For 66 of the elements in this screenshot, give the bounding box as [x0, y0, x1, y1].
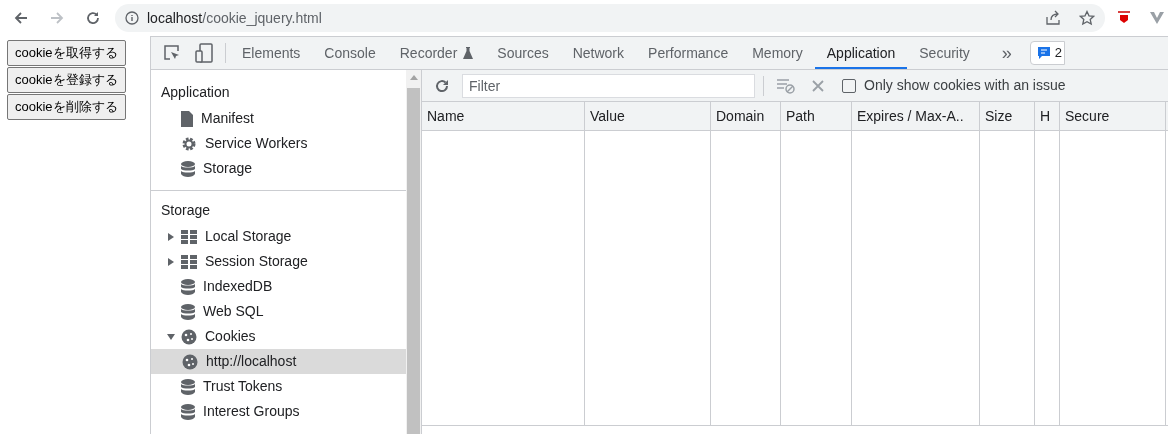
- filter-field[interactable]: Filter: [462, 73, 755, 98]
- chevron-extension-icon[interactable]: [1149, 11, 1165, 25]
- table-icon: [181, 254, 197, 269]
- section-heading: Application: [160, 83, 231, 102]
- issue-checkbox[interactable]: [842, 78, 856, 93]
- page-button[interactable]: cookieを登録する: [7, 67, 126, 93]
- shield-extension-icon[interactable]: [1117, 11, 1131, 25]
- issues-badge[interactable]: 2: [1029, 41, 1066, 65]
- devtools-tab[interactable]: Console: [312, 39, 388, 69]
- devtools-tab[interactable]: Recorder: [387, 39, 486, 69]
- column-header[interactable]: Path: [781, 102, 852, 130]
- file-icon: [181, 110, 193, 127]
- cookie-icon: [182, 353, 198, 370]
- inspect-icon[interactable]: [163, 44, 181, 62]
- page-button[interactable]: cookieを削除する: [7, 94, 126, 120]
- sidebar-item[interactable]: Web SQL: [151, 299, 406, 324]
- column-header[interactable]: Secure: [1060, 102, 1166, 130]
- star-icon[interactable]: [1079, 10, 1095, 26]
- address-bar[interactable]: localhost/cookie_jquery.html: [115, 4, 1105, 32]
- column-header[interactable]: Value: [585, 102, 711, 130]
- devtools-tab[interactable]: Network: [560, 39, 637, 69]
- sidebar-item[interactable]: Cookies: [151, 324, 406, 349]
- devtools-tab[interactable]: Performance: [636, 39, 741, 69]
- sidebar-item[interactable]: Manifest: [151, 106, 406, 131]
- sidebar-item[interactable]: Trust Tokens: [151, 374, 406, 399]
- device-toolbar-icon[interactable]: [195, 43, 213, 63]
- devtools-tab[interactable]: Memory: [740, 39, 815, 69]
- collapsed-arrow-icon[interactable]: [167, 257, 175, 266]
- info-icon[interactable]: [125, 11, 139, 25]
- reload-icon[interactable]: [85, 10, 101, 26]
- devtools-tab[interactable]: Security: [907, 39, 982, 69]
- expanded-arrow-icon[interactable]: [167, 332, 175, 341]
- column-header[interactable]: Name: [422, 102, 585, 130]
- sidebar-item[interactable]: Storage: [151, 156, 406, 181]
- column-header[interactable]: Domain: [711, 102, 781, 130]
- issue-filter-label: Only show cookies with an issue: [864, 76, 1066, 95]
- url-text: localhost/cookie_jquery.html: [147, 8, 322, 28]
- sidebar-item[interactable]: IndexedDB: [151, 274, 406, 299]
- sidebar-item[interactable]: http://localhost: [151, 349, 406, 374]
- scrollbar-thumb[interactable]: [407, 88, 420, 434]
- sidebar-item[interactable]: Service Workers: [151, 131, 406, 156]
- sidebar-item[interactable]: Local Storage: [151, 224, 406, 249]
- page-button[interactable]: cookieを取得する: [7, 40, 126, 66]
- devtools-tab[interactable]: Sources: [485, 39, 561, 69]
- devtools-tab[interactable]: Elements: [230, 39, 313, 69]
- message-icon: [1036, 46, 1051, 60]
- table-icon: [181, 229, 197, 244]
- column-header[interactable]: Expires / Max-A..: [852, 102, 980, 130]
- section-heading: Storage: [160, 201, 212, 220]
- cookie-icon: [181, 328, 197, 345]
- back-icon[interactable]: [13, 10, 29, 26]
- share-icon[interactable]: [1045, 10, 1061, 26]
- sidebar-item[interactable]: Interest Groups: [151, 399, 406, 424]
- column-header[interactable]: Size: [980, 102, 1035, 130]
- database-icon: [181, 160, 195, 177]
- database-icon: [181, 303, 195, 320]
- column-header[interactable]: H: [1035, 102, 1060, 130]
- database-icon: [181, 278, 195, 295]
- database-icon: [181, 378, 195, 395]
- settings-icon: [181, 135, 197, 152]
- database-icon: [181, 403, 195, 420]
- scrollbar[interactable]: [406, 70, 421, 434]
- refresh-icon[interactable]: [434, 77, 450, 94]
- more-tabs-button[interactable]: »: [1001, 39, 1012, 67]
- sidebar-item[interactable]: Session Storage: [151, 249, 406, 274]
- collapsed-arrow-icon[interactable]: [167, 232, 175, 241]
